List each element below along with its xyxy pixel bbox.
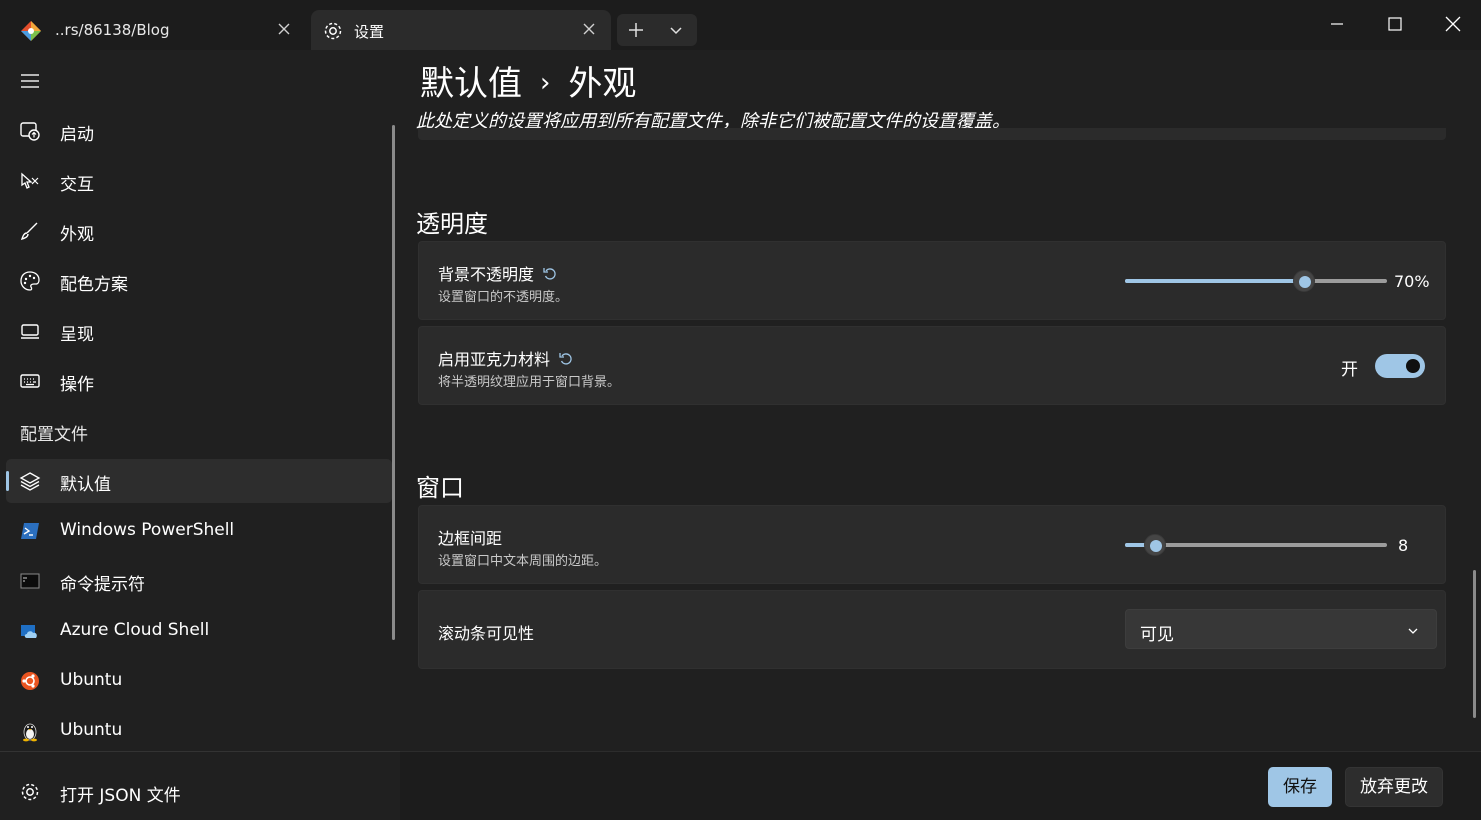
cmd-icon — [18, 570, 42, 592]
minimize-icon[interactable] — [1325, 12, 1349, 36]
new-tab-group — [617, 14, 697, 46]
sidebar-item-color-schemes[interactable]: 配色方案 — [6, 259, 392, 303]
profiles-section-header: 配置文件 — [20, 425, 88, 445]
close-icon[interactable] — [581, 21, 597, 37]
padding-setting-card: 边框间距 设置窗口中文本周围的边距。 8 — [418, 505, 1446, 584]
sidebar-item-rendering[interactable]: 呈现 — [6, 309, 392, 353]
breadcrumb: 默认值 › 外观 — [420, 56, 636, 105]
sidebar-item-label: 命令提示符 — [60, 575, 145, 595]
sidebar-item-label: 交互 — [60, 175, 94, 195]
acrylic-setting-card: 启用亚克力材料 将半透明纹理应用于窗口背景。 开 — [418, 326, 1446, 405]
footer-bar: 保存 放弃更改 — [400, 751, 1481, 820]
breadcrumb-current: 外观 — [568, 64, 637, 104]
opacity-desc: 设置窗口的不透明度。 — [438, 290, 569, 305]
sidebar-item-label: Windows PowerShell — [60, 520, 235, 540]
window-section-title: 窗口 — [416, 474, 464, 502]
breadcrumb-separator: › — [540, 68, 551, 98]
dropdown-value: 可见 — [1140, 625, 1174, 645]
reset-icon[interactable] — [558, 351, 574, 367]
plus-icon[interactable] — [625, 20, 647, 40]
tab-settings[interactable]: 设置 — [311, 10, 611, 50]
sidebar-item-label: 呈现 — [60, 325, 94, 345]
sidebar-item-appearance[interactable]: 外观 — [6, 209, 392, 253]
chevron-down-icon[interactable] — [665, 20, 687, 40]
sidebar-item-powershell[interactable]: Windows PowerShell — [6, 509, 392, 553]
opacity-slider[interactable] — [1125, 270, 1387, 292]
title-bar: ..rs/86138/Blog 设置 — [0, 0, 1481, 50]
keyboard-icon — [18, 370, 42, 392]
sidebar-item-label: 启动 — [60, 125, 94, 145]
scrollbar-visibility-card: 滚动条可见性 可见 — [418, 590, 1446, 669]
opacity-title: 背景不透明度 — [438, 261, 558, 285]
sidebar: 启动 交互 外观 配色方案 呈现 操作 配置文件 默认值 Windows Pow… — [0, 50, 400, 820]
main-scrollbar[interactable] — [1473, 570, 1476, 718]
close-window-icon[interactable] — [1441, 12, 1465, 36]
interaction-icon — [18, 170, 42, 192]
sidebar-item-label: Azure Cloud Shell — [60, 620, 210, 640]
powershell-icon — [18, 520, 42, 542]
acrylic-title-text: 启用亚克力材料 — [438, 350, 551, 369]
open-json-label: 打开 JSON 文件 — [60, 786, 181, 806]
sidebar-item-ubuntu-2[interactable]: Ubuntu — [6, 709, 392, 753]
padding-desc: 设置窗口中文本周围的边距。 — [438, 554, 608, 569]
sidebar-item-label: 配色方案 — [60, 275, 128, 295]
sidebar-item-actions[interactable]: 操作 — [6, 359, 392, 403]
monitor-icon — [18, 320, 42, 342]
acrylic-title: 启用亚克力材料 — [438, 346, 574, 370]
sidebar-item-label: Ubuntu — [60, 720, 123, 740]
sidebar-item-label: Ubuntu — [60, 670, 123, 690]
padding-title: 边框间距 — [438, 529, 503, 548]
sidebar-item-label: 操作 — [60, 375, 94, 395]
azure-cloud-icon — [18, 620, 42, 642]
toggle-knob — [1406, 359, 1420, 373]
gear-icon — [322, 20, 344, 42]
sidebar-item-defaults[interactable]: 默认值 — [6, 459, 392, 503]
breadcrumb-parent[interactable]: 默认值 — [420, 64, 522, 104]
sidebar-item-ubuntu[interactable]: Ubuntu — [6, 659, 392, 703]
sidebar-divider — [0, 751, 400, 752]
ubuntu-icon — [18, 670, 42, 692]
partial-card — [418, 128, 1446, 140]
layers-icon — [18, 470, 42, 492]
hamburger-menu-icon[interactable] — [18, 70, 42, 92]
git-diamond-icon — [20, 20, 42, 42]
tab-label: ..rs/86138/Blog — [55, 21, 170, 39]
palette-icon — [18, 270, 42, 292]
opacity-value: 70% — [1394, 272, 1430, 291]
sidebar-item-interaction[interactable]: 交互 — [6, 159, 392, 203]
tab-label: 设置 — [354, 23, 385, 41]
sidebar-item-label: 外观 — [60, 225, 94, 245]
discard-changes-button[interactable]: 放弃更改 — [1345, 767, 1443, 807]
reset-icon[interactable] — [542, 266, 558, 282]
scrollbar-visibility-dropdown[interactable]: 可见 — [1125, 609, 1437, 649]
open-json-button[interactable]: 打开 JSON 文件 — [6, 770, 392, 814]
startup-icon — [18, 120, 42, 142]
slider-fill — [1125, 279, 1304, 283]
padding-slider[interactable] — [1125, 534, 1387, 556]
main-content: 默认值 › 外观 此处定义的设置将应用到所有配置文件，除非它们被配置文件的设置覆盖。… — [400, 50, 1481, 820]
sidebar-item-cmd[interactable]: 命令提示符 — [6, 559, 392, 603]
sidebar-scrollbar[interactable] — [392, 125, 395, 640]
brush-icon — [18, 220, 42, 242]
sidebar-item-label: 默认值 — [60, 475, 111, 495]
tab-blog[interactable]: ..rs/86138/Blog — [0, 10, 306, 50]
opacity-setting-card: 背景不透明度 设置窗口的不透明度。 70% — [418, 241, 1446, 320]
acrylic-toggle[interactable] — [1375, 354, 1425, 378]
gear-icon — [18, 781, 42, 803]
opacity-title-text: 背景不透明度 — [438, 265, 535, 284]
close-icon[interactable] — [276, 21, 292, 37]
linux-penguin-icon — [18, 720, 42, 742]
slider-thumb[interactable] — [1293, 270, 1315, 292]
acrylic-desc: 将半透明纹理应用于窗口背景。 — [438, 375, 621, 390]
maximize-icon[interactable] — [1383, 12, 1407, 36]
slider-thumb[interactable] — [1144, 534, 1167, 556]
sidebar-item-startup[interactable]: 启动 — [6, 109, 392, 153]
save-button[interactable]: 保存 — [1268, 767, 1332, 807]
acrylic-toggle-state: 开 — [1341, 360, 1358, 380]
padding-value: 8 — [1398, 536, 1409, 555]
transparency-section-title: 透明度 — [416, 210, 488, 238]
chevron-down-icon — [1406, 623, 1420, 637]
scrollbar-visibility-title: 滚动条可见性 — [438, 624, 535, 643]
sidebar-item-azure-cloud-shell[interactable]: Azure Cloud Shell — [6, 609, 392, 653]
